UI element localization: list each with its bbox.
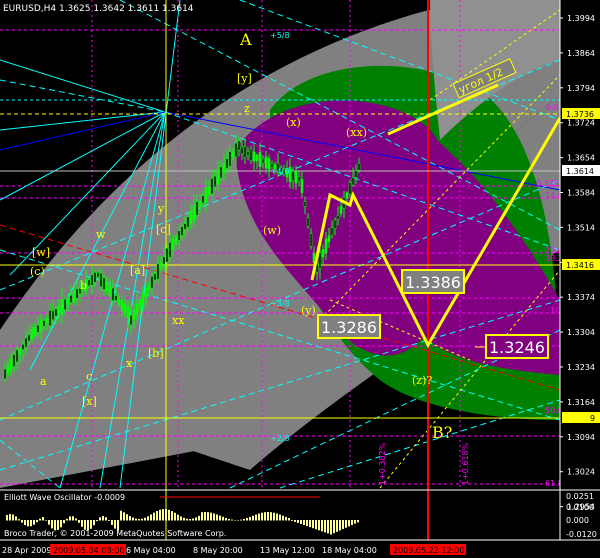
wave-label-z-paren: (z)? bbox=[412, 374, 432, 387]
svg-text:1.3416: 1.3416 bbox=[566, 261, 594, 270]
price-tick-label: 1.3864 bbox=[567, 49, 595, 58]
svg-text:-0.0120: -0.0120 bbox=[566, 530, 597, 539]
svg-text:9: 9 bbox=[590, 414, 595, 423]
price-tick-label: 1.3654 bbox=[567, 154, 595, 163]
wave-label-y-bracket: [y] bbox=[237, 72, 252, 85]
svg-text:8 May 20:00: 8 May 20:00 bbox=[193, 546, 243, 555]
wave-label-B: B? bbox=[432, 423, 452, 442]
fibo-label-0325: 0.325 bbox=[536, 179, 559, 188]
time-crosshair-left: 2009.05.04 08:00 bbox=[50, 544, 126, 555]
wave-label-A: A bbox=[239, 30, 252, 49]
svg-text:1.3614: 1.3614 bbox=[566, 167, 594, 176]
wave-label-c: c bbox=[86, 370, 92, 383]
wave-label-x1: (x) bbox=[286, 116, 301, 129]
fibo-label-plus2-8: +2/8 bbox=[270, 434, 290, 443]
price-highlight-1: 1.3736 bbox=[562, 108, 600, 119]
time-crosshair-right: 2009.05.22 12:00 bbox=[390, 544, 466, 555]
price-tick-label: 1.3164 bbox=[567, 398, 595, 407]
fibo-label-plus5-8: +5/8 bbox=[270, 31, 290, 40]
wave-label-xx2: xx bbox=[172, 314, 185, 327]
oscillator-title: Elliott Wave Oscillator -0.0009 bbox=[4, 493, 125, 502]
svg-text:2009.05.22 12:00: 2009.05.22 12:00 bbox=[393, 546, 464, 555]
wave-label-w-paren: (w) bbox=[263, 224, 281, 237]
svg-text:13 May 12:00: 13 May 12:00 bbox=[260, 546, 315, 555]
price-highlight-3: 1.3416 bbox=[562, 259, 600, 270]
wave-label-z: z bbox=[244, 102, 250, 115]
wave-label-c-bracket: [c] bbox=[156, 223, 171, 236]
wave-label-b: b bbox=[80, 279, 87, 292]
svg-text:28 Apr 2009: 28 Apr 2009 bbox=[2, 546, 51, 555]
price-tick-label: 1.3794 bbox=[567, 84, 595, 93]
target-box-1: 1.3386 bbox=[401, 269, 465, 294]
fibo-vertical-label-2: 1+0.618% bbox=[461, 442, 470, 485]
wave-label-x2: x bbox=[126, 357, 133, 370]
svg-text:1.3246: 1.3246 bbox=[489, 338, 545, 357]
price-chart[interactable]: A B? [y] z (x) (xx) (w) (y) (z)? [w] (c)… bbox=[0, 0, 600, 558]
wave-label-xx1: (xx) bbox=[346, 126, 367, 139]
wave-label-y-paren: (y) bbox=[301, 304, 316, 317]
target-box-3: 1.3246 bbox=[485, 334, 549, 359]
svg-text:0.0100: 0.0100 bbox=[566, 503, 594, 512]
wave-label-a-bracket: [a] bbox=[130, 264, 145, 277]
price-tick-label: 1.3584 bbox=[567, 189, 595, 198]
svg-text:0.000: 0.000 bbox=[566, 516, 589, 525]
price-tick-label: 1.3724 bbox=[567, 119, 595, 128]
wave-label-b-bracket: [b] bbox=[148, 347, 164, 360]
price-highlight-2: 1.3614 bbox=[562, 165, 600, 176]
svg-text:18 May 04:00: 18 May 04:00 bbox=[322, 546, 377, 555]
price-tick-label: 1.3234 bbox=[567, 363, 595, 372]
wave-label-y: y bbox=[157, 202, 165, 215]
fibo-vertical-label-1: 1+0.382% bbox=[378, 442, 387, 485]
svg-text:1.3736: 1.3736 bbox=[566, 110, 594, 119]
price-tick-label: 1.3024 bbox=[567, 468, 595, 477]
price-tick-label: 1.3304 bbox=[567, 328, 595, 337]
copyright-text: Broco Trader, © 2001-2009 MetaQuotes Sof… bbox=[4, 529, 226, 538]
symbol-header: EURUSD,H4 1.3625 1.3642 1.3611 1.3614 bbox=[3, 4, 194, 14]
svg-text:2009.05.04 08:00: 2009.05.04 08:00 bbox=[53, 546, 124, 555]
price-tick-label: 1.3514 bbox=[567, 223, 595, 232]
svg-text:6 May 04:00: 6 May 04:00 bbox=[126, 546, 176, 555]
fibo-label-0: 0.0 bbox=[546, 103, 559, 112]
svg-text:0.0251: 0.0251 bbox=[566, 492, 594, 501]
wave-label-w: w bbox=[96, 228, 106, 241]
price-tick-label: 1.3374 bbox=[567, 293, 595, 302]
fibo-label-plus4-8: +4/8 bbox=[270, 167, 290, 176]
svg-text:1.3386: 1.3386 bbox=[405, 273, 461, 292]
price-tick-label: 1.3994 bbox=[567, 14, 595, 23]
wave-label-x-bracket: [x] bbox=[82, 395, 97, 408]
fibo-label-plus3-8: +3/8 bbox=[270, 299, 290, 308]
wave-label-c-paren: (c) bbox=[30, 265, 45, 278]
chart-window: A B? [y] z (x) (xx) (w) (y) (z)? [w] (c)… bbox=[0, 0, 600, 558]
price-tick-label: 1.3094 bbox=[567, 433, 595, 442]
svg-text:1.3286: 1.3286 bbox=[321, 318, 377, 337]
wave-label-w-bracket: [w] bbox=[32, 246, 50, 259]
wave-label-a: a bbox=[40, 375, 47, 388]
target-box-2: 1.3286 bbox=[317, 314, 381, 339]
price-highlight-4: 9 bbox=[562, 412, 600, 423]
